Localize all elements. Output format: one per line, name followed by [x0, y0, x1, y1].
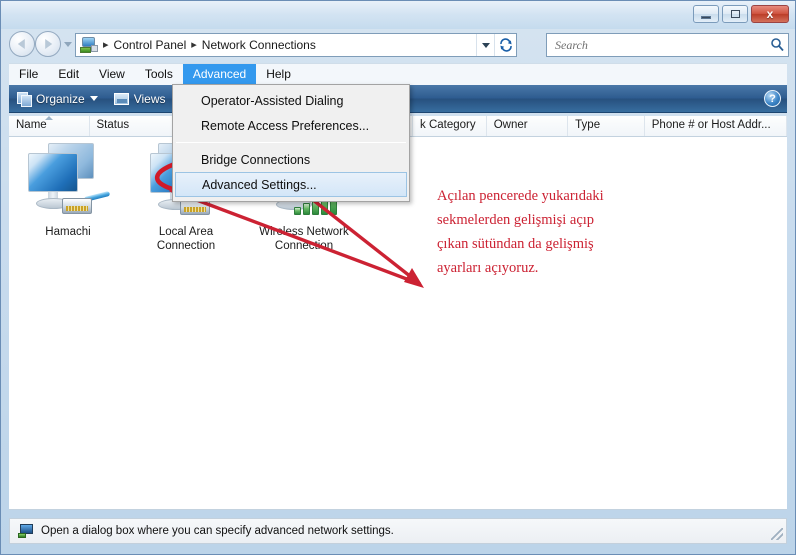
maximize-button[interactable] — [722, 5, 748, 23]
connection-label: Wireless Network Connection — [259, 225, 348, 253]
status-bar: Open a dialog box where you can specify … — [9, 518, 787, 544]
address-dropdown-button[interactable] — [476, 34, 494, 56]
organize-label: Organize — [36, 91, 85, 106]
breadcrumb-network-connections[interactable]: Network Connections — [202, 38, 316, 52]
minimize-icon — [701, 15, 711, 19]
menu-item-bridge-connections[interactable]: Bridge Connections — [173, 147, 409, 172]
menu-help[interactable]: Help — [256, 64, 301, 85]
connection-item-hamachi[interactable]: Hamachi — [9, 137, 127, 253]
status-bar-text: Open a dialog box where you can specify … — [41, 525, 394, 537]
menu-view[interactable]: View — [89, 64, 135, 85]
close-icon: x — [766, 7, 774, 21]
column-header-owner[interactable]: Owner — [487, 116, 569, 136]
connection-label-line: Wireless Network — [259, 226, 349, 238]
column-header-type[interactable]: Type — [568, 116, 645, 136]
refresh-button[interactable] — [494, 34, 516, 56]
search-input[interactable]: Search — [547, 38, 766, 53]
views-label: Views — [133, 91, 166, 106]
views-icon — [113, 92, 129, 105]
column-label: Name — [16, 119, 47, 131]
menu-item-remote-access-preferences[interactable]: Remote Access Preferences... — [173, 113, 409, 138]
connection-label-line: Connection — [274, 240, 334, 252]
connection-label-line: Connection — [156, 240, 216, 252]
connection-label: Local Area Connection — [157, 225, 215, 253]
menu-tools[interactable]: Tools — [135, 64, 183, 85]
resize-grip[interactable] — [771, 528, 783, 540]
title-bar: x — [1, 1, 795, 29]
views-button[interactable]: Views — [106, 85, 174, 112]
network-connections-icon — [80, 36, 98, 54]
window-controls: x — [693, 5, 789, 23]
menu-bar: File Edit View Tools Advanced Help — [9, 63, 787, 85]
organize-button[interactable]: Organize — [9, 85, 106, 112]
annotation-line: çıkan sütündan da gelişmiş — [437, 236, 594, 252]
forward-arrow-icon — [45, 39, 53, 49]
search-icon — [766, 37, 788, 54]
chevron-down-icon — [481, 42, 490, 48]
annotation-line: ayarları açıyoruz. — [437, 260, 539, 276]
close-button[interactable]: x — [751, 5, 789, 23]
connection-label-line: Hamachi — [45, 226, 91, 238]
breadcrumb-separator-icon: ▸ — [191, 38, 197, 51]
annotation-line: Açılan pencerede yukarıdaki — [437, 188, 604, 204]
help-button[interactable]: ? — [764, 90, 781, 107]
refresh-icon — [499, 38, 512, 52]
nav-arrow-group — [9, 31, 72, 57]
connection-label: Hamachi — [45, 225, 90, 239]
maximize-icon — [730, 10, 740, 18]
menu-file[interactable]: File — [9, 64, 48, 85]
navigation-bar: ▸ Control Panel ▸ Network Connections Se… — [1, 29, 795, 61]
menu-advanced[interactable]: Advanced — [182, 64, 257, 85]
column-header-phone[interactable]: Phone # or Host Addr... — [645, 116, 787, 136]
dual-monitor-network-icon — [22, 141, 114, 219]
menu-edit[interactable]: Edit — [48, 64, 89, 85]
annotation-line: sekmelerden gelişmişi açıp — [437, 212, 595, 228]
address-bar[interactable]: ▸ Control Panel ▸ Network Connections — [75, 33, 517, 57]
caret-down-icon — [89, 96, 98, 101]
breadcrumb-control-panel[interactable]: Control Panel — [114, 38, 187, 52]
recent-pages-chevron-icon[interactable] — [64, 41, 72, 47]
search-box[interactable]: Search — [546, 33, 789, 57]
network-settings-icon — [18, 524, 34, 538]
back-button[interactable] — [9, 31, 35, 57]
menu-separator — [176, 142, 406, 143]
column-header-name[interactable]: Name — [9, 116, 90, 136]
menu-item-advanced-settings[interactable]: Advanced Settings... — [175, 172, 407, 197]
sort-ascending-icon — [44, 116, 53, 120]
annotation-text: Açılan pencerede yukarıdaki sekmelerden … — [437, 184, 667, 280]
organize-icon — [17, 92, 32, 107]
connection-label-line: Local Area — [158, 226, 214, 238]
breadcrumb-separator-icon: ▸ — [103, 38, 109, 51]
column-header-network-category[interactable]: k Category — [413, 116, 487, 136]
forward-button[interactable] — [35, 31, 61, 57]
advanced-menu-dropdown: Operator-Assisted Dialing Remote Access … — [172, 84, 410, 202]
minimize-button[interactable] — [693, 5, 719, 23]
screenshot-root: x ▸ Control Panel ▸ Network Connections … — [0, 0, 796, 555]
menu-item-operator-assisted-dialing[interactable]: Operator-Assisted Dialing — [173, 88, 409, 113]
back-arrow-icon — [17, 39, 25, 49]
